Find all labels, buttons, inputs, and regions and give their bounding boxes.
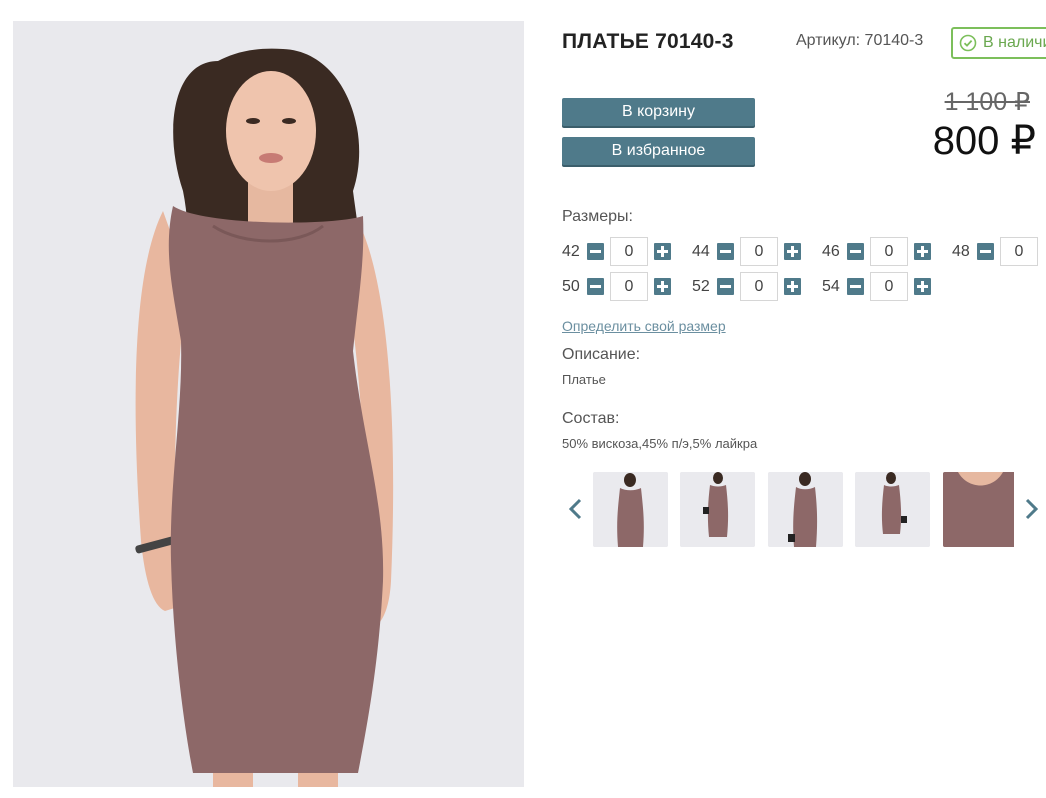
decrease-quantity-button[interactable] [587,243,604,260]
chevron-left-icon[interactable] [567,497,583,521]
quantity-input[interactable] [610,272,648,301]
size-label: 44 [692,242,710,260]
quantity-input[interactable] [740,237,778,266]
increase-quantity-button[interactable] [654,278,671,295]
increase-quantity-button[interactable] [914,278,931,295]
product-main-image[interactable] [13,21,524,787]
size-cell-52: 52 [692,272,822,301]
size-label: 52 [692,277,710,295]
thumbnail-image [855,472,930,547]
increase-quantity-button[interactable] [784,278,801,295]
size-label: 42 [562,242,580,260]
stock-badge: В наличии [951,27,1046,59]
thumbnail-carousel [593,472,1014,547]
thumbnail[interactable] [943,472,1014,547]
quantity-input[interactable] [610,237,648,266]
description-text: Платье [562,372,606,387]
old-price: 1 100 ₽ [944,88,1030,116]
add-to-favorites-button[interactable]: В избранное [562,137,755,165]
check-circle-icon [959,34,977,52]
size-label: 48 [952,242,970,260]
composition-label: Состав: [562,410,620,427]
decrease-quantity-button[interactable] [977,243,994,260]
size-cell-54: 54 [822,272,952,301]
thumbnail-image [943,472,1014,547]
decrease-quantity-button[interactable] [587,278,604,295]
composition-text: 50% вискоза,45% п/э,5% лайкра [562,436,758,451]
decrease-quantity-button[interactable] [717,243,734,260]
decrease-quantity-button[interactable] [717,278,734,295]
dress-photo-illustration [13,21,524,787]
size-label: 50 [562,277,580,295]
thumbnail[interactable] [680,472,755,547]
size-guide-link[interactable]: Определить свой размер [562,318,726,334]
description-label: Описание: [562,346,641,363]
quantity-input[interactable] [740,272,778,301]
size-cell-44: 44 [692,237,822,266]
thumbnail[interactable] [855,472,930,547]
size-row: 42 44 46 48 [562,237,1046,266]
thumbnail-image [680,472,755,547]
increase-quantity-button[interactable] [914,243,931,260]
size-cell-50: 50 [562,272,692,301]
sizes-label: Размеры: [562,208,633,225]
thumbnail-image [593,472,668,547]
size-label: 54 [822,277,840,295]
current-price: 800 ₽ [932,119,1036,163]
size-row: 50 52 54 [562,272,952,301]
product-sku: Артикул: 70140-3 [796,32,924,49]
quantity-input[interactable] [870,237,908,266]
increase-quantity-button[interactable] [784,243,801,260]
thumbnail[interactable] [593,472,668,547]
quantity-input[interactable] [870,272,908,301]
stock-text: В наличии [983,34,1046,51]
size-cell-48: 48 [952,237,1046,266]
thumbnail-image [768,472,843,547]
quantity-input[interactable] [1000,237,1038,266]
size-label: 46 [822,242,840,260]
product-title: ПЛАТЬЕ 70140-3 [562,30,734,53]
size-cell-42: 42 [562,237,692,266]
add-to-cart-button[interactable]: В корзину [562,98,755,126]
chevron-right-icon[interactable] [1024,497,1040,521]
thumbnail[interactable] [768,472,843,547]
increase-quantity-button[interactable] [654,243,671,260]
decrease-quantity-button[interactable] [847,278,864,295]
size-cell-46: 46 [822,237,952,266]
decrease-quantity-button[interactable] [847,243,864,260]
